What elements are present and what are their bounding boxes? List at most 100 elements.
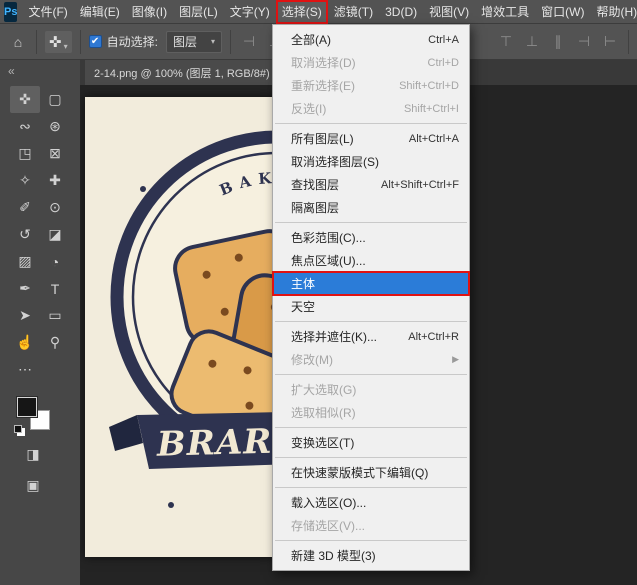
menu-item-shortcut: Alt+Ctrl+A (409, 133, 459, 145)
eyedropper-tool-icon[interactable]: ✧ (10, 167, 40, 194)
brush-tool-icon[interactable]: ✐ (10, 194, 40, 221)
collapse-panel-button[interactable]: « (0, 60, 26, 78)
menu-item-color-range[interactable]: 色彩范围(C)... (273, 226, 469, 249)
menu-item-label: 反选(I) (291, 100, 326, 117)
screen-mode-button[interactable]: ▣ (18, 472, 48, 499)
pen-tool-icon[interactable]: ✒ (10, 275, 40, 302)
menubar-item-edit[interactable]: 编辑(E) (74, 0, 126, 24)
banner-text: BRAR (155, 422, 273, 465)
select-menu: 全部(A) Ctrl+A 取消选择(D)Ctrl+D重新选择(E)Shift+Ctr… (272, 24, 470, 571)
menu-item-transform-selection[interactable]: 变换选区(T) (273, 431, 469, 454)
auto-select-checkbox[interactable]: ✔ (89, 35, 102, 48)
menubar-item-file[interactable]: 文件(F) (22, 0, 73, 24)
menu-item-shortcut: Shift+Ctrl+I (404, 103, 459, 115)
divider (628, 30, 629, 54)
menu-item-label: 选择并遮住(K)... (291, 328, 377, 345)
tool-preset-dropdown[interactable]: ✜ ▾ (45, 31, 72, 53)
menu-item-save-selection[interactable]: 存储选区(V)... (273, 514, 469, 537)
crop-tool-icon[interactable]: ◳ (10, 140, 40, 167)
menu-item-load-selection[interactable]: 载入选区(O)... (273, 491, 469, 514)
distribute-horizontal-icon[interactable]: ∥ (548, 31, 568, 53)
menu-item-find-layers[interactable]: 查找图层Alt+Shift+Ctrl+F (273, 173, 469, 196)
eraser-tool-icon[interactable]: ◪ (40, 221, 70, 248)
menu-item-select-and-mask[interactable]: 选择并遮住(K)... Alt+Ctrl+R (273, 325, 469, 348)
menu-item-label: 主体 (291, 275, 315, 292)
chevron-down-icon: ▾ (64, 42, 68, 51)
menubar-item-plugins[interactable]: 增效工具 (475, 0, 535, 24)
menubar-item-3d[interactable]: 3D(D) (379, 0, 423, 24)
healing-brush-tool-icon[interactable]: ✚ (40, 167, 70, 194)
menu-separator (275, 222, 467, 223)
menubar-item-help[interactable]: 帮助(H) (590, 0, 637, 24)
quick-selection-tool-icon[interactable]: ⊛ (40, 113, 70, 140)
hand-tool-icon[interactable]: ☝ (10, 329, 40, 356)
menu-item-new-3d-extrusion[interactable]: 新建 3D 模型(3) (273, 544, 469, 567)
history-brush-tool-icon[interactable]: ↺ (10, 221, 40, 248)
menu-item-sky[interactable]: 天空 (273, 295, 469, 318)
align-bottom-edges-icon[interactable]: ⊣ (574, 31, 594, 53)
menu-item-shortcut: Ctrl+A (428, 34, 459, 46)
menu-item-label: 焦点区域(U)... (291, 252, 366, 269)
menu-item-label: 选取相似(R) (291, 404, 356, 421)
menu-item-subject[interactable]: 主体 (273, 272, 469, 295)
menu-item-select-all[interactable]: 全部(A) Ctrl+A (273, 28, 469, 51)
menu-item-focus-area[interactable]: 焦点区域(U)... (273, 249, 469, 272)
menu-item-label: 天空 (291, 298, 315, 315)
menu-item-all-layers[interactable]: 所有图层(L)Alt+Ctrl+A (273, 127, 469, 150)
menu-item-edit-in-quick-mask[interactable]: 在快速蒙版模式下编辑(Q) (273, 461, 469, 484)
marquee-tool-icon[interactable]: ▢ (40, 86, 70, 113)
menu-item-isolate-layers[interactable]: 隔离图层 (273, 196, 469, 219)
divider (80, 30, 81, 54)
lasso-tool-icon[interactable]: ∾ (10, 113, 40, 140)
menu-separator (275, 427, 467, 428)
align-left-icon[interactable]: ⊣ (239, 31, 259, 53)
menubar-item-image[interactable]: 图像(I) (126, 0, 173, 24)
menubar-item-layer[interactable]: 图层(L) (173, 0, 224, 24)
menu-item-deselect[interactable]: 取消选择(D)Ctrl+D (273, 51, 469, 74)
menubar: Ps 文件(F)编辑(E)图像(I)图层(L)文字(Y)选择(S)滤镜(T)3D… (0, 0, 637, 24)
menu-separator (275, 540, 467, 541)
document-tab[interactable]: 2-14.png @ 100% (图层 1, RGB/8#) × (85, 60, 296, 85)
align-top-edges-icon[interactable]: ⊤ (496, 31, 516, 53)
menu-item-similar[interactable]: 选取相似(R) (273, 401, 469, 424)
document-tab-title: 2-14.png @ 100% (图层 1, RGB/8#) (94, 65, 270, 81)
menu-item-label: 全部(A) (291, 31, 331, 48)
menu-item-reselect[interactable]: 重新选择(E)Shift+Ctrl+D (273, 74, 469, 97)
menu-item-deselect-layers[interactable]: 取消选择图层(S) (273, 150, 469, 173)
gradient-tool-icon[interactable]: ▨ (10, 248, 40, 275)
menu-item-modify[interactable]: 修改(M)▶ (273, 348, 469, 371)
menu-separator (275, 123, 467, 124)
menu-item-inverse[interactable]: 反选(I) Shift+Ctrl+I (273, 97, 469, 120)
quick-mask-button[interactable]: ◨ (18, 441, 48, 468)
path-selection-tool-icon[interactable]: ➤ (10, 302, 40, 329)
menu-item-grow[interactable]: 扩大选取(G) (273, 378, 469, 401)
default-colors-icon[interactable] (14, 425, 22, 433)
foreground-color-swatch[interactable] (17, 397, 37, 417)
menu-separator (275, 374, 467, 375)
frame-tool-icon[interactable]: ⊠ (40, 140, 70, 167)
align-vertical-centers-icon[interactable]: ⊥ (522, 31, 542, 53)
distribute-vertical-icon[interactable]: ⊢ (600, 31, 620, 53)
color-swatches[interactable] (14, 395, 58, 437)
menubar-item-window[interactable]: 窗口(W) (535, 0, 590, 24)
shape-tool-icon[interactable]: ▭ (40, 302, 70, 329)
edit-toolbar-tool-icon[interactable]: ⋯ (10, 356, 40, 383)
home-icon[interactable]: ⌂ (8, 31, 28, 53)
menubar-item-select[interactable]: 选择(S) (276, 0, 328, 24)
menubar-item-view[interactable]: 视图(V) (423, 0, 475, 24)
zoom-tool-icon[interactable]: ⚲ (40, 329, 70, 356)
menu-item-label: 取消选择(D) (291, 54, 356, 71)
menu-item-shortcut: Alt+Shift+Ctrl+F (381, 179, 459, 191)
blur-tool-icon[interactable]: ◔ (40, 248, 70, 275)
menu-item-shortcut: Alt+Ctrl+R (408, 331, 459, 343)
menubar-item-filter[interactable]: 滤镜(T) (328, 0, 379, 24)
auto-select-control[interactable]: ✔ 自动选择: (89, 33, 158, 50)
menu-item-label: 隔离图层 (291, 199, 339, 216)
move-tool-icon[interactable]: ✜ (10, 86, 40, 113)
divider (36, 30, 37, 54)
type-tool-icon[interactable]: T (40, 275, 70, 302)
tools-grid: ✜▢∾⊛◳⊠✧✚✐⊙↺◪▨◔✒T➤▭☝⚲⋯ (10, 86, 80, 383)
clone-stamp-tool-icon[interactable]: ⊙ (40, 194, 70, 221)
menubar-item-type[interactable]: 文字(Y) (224, 0, 276, 24)
layer-target-dropdown[interactable]: 图层 ▾ (166, 31, 222, 53)
